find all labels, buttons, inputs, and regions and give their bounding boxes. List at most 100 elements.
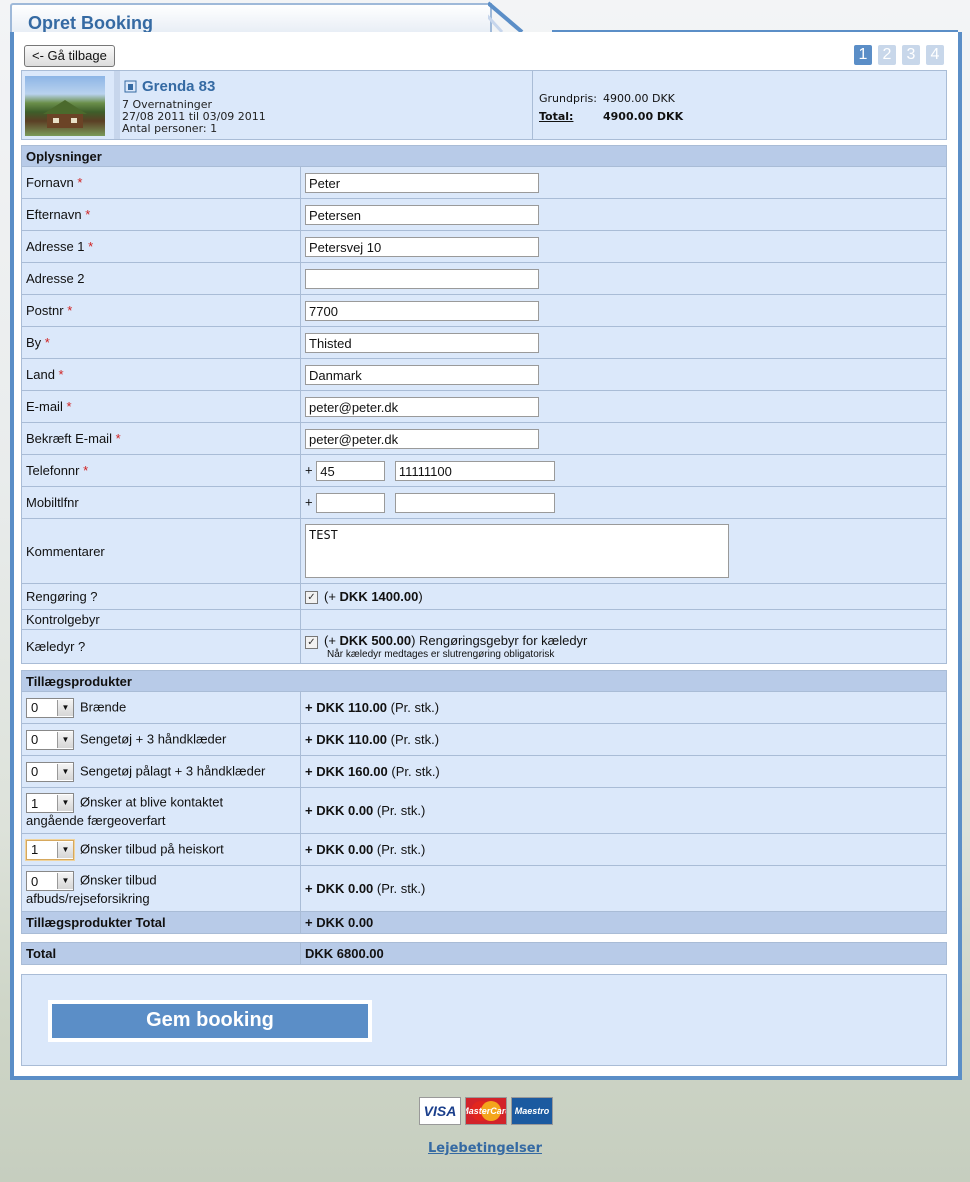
page-title: Opret Booking <box>28 13 153 33</box>
step-1[interactable]: 1 <box>854 45 872 65</box>
extra-name: Ønsker tilbud <box>80 872 157 888</box>
extra-price: + DKK 160.00 <box>305 764 388 779</box>
last-name-input[interactable]: Petersen <box>305 204 539 225</box>
info-heading: Oplysninger <box>21 145 947 167</box>
extra-name-line2: afbuds/rejseforsikring <box>26 891 150 906</box>
total-price-label: Total: <box>539 110 574 123</box>
terms-link[interactable]: Lejebetingelser <box>0 1141 970 1156</box>
extra-name: Sengetøj pålagt + 3 håndklæder <box>80 762 266 778</box>
extra-name-line2: angående færgeoverfart <box>26 813 166 828</box>
address2-input[interactable] <box>305 268 539 289</box>
email-confirm-label: Bekræft E-mail * <box>21 422 301 455</box>
step-4[interactable]: 4 <box>926 45 944 65</box>
mobile-code-input[interactable] <box>316 492 386 513</box>
grand-total-table: Total DKK 6800.00 <box>21 942 947 965</box>
pets-open: (+ <box>324 633 340 649</box>
visa-icon: VISA <box>419 1097 461 1125</box>
cleaning-label: Rengøring ? <box>21 583 301 610</box>
city-input[interactable]: Thisted <box>305 332 539 353</box>
pets-checkbox[interactable]: ✓ <box>305 635 318 649</box>
extra-row: 0 ▼ Brænde + DKK 110.00 (Pr. stk.) <box>21 691 947 724</box>
extra-price: + DKK 0.00 <box>305 842 374 857</box>
step-3[interactable]: 3 <box>902 45 920 65</box>
extra-unit: (Pr. stk.) <box>376 803 426 818</box>
cleaning-open: (+ <box>324 588 340 604</box>
first-name-label: Fornavn * <box>21 166 301 199</box>
address1-label: Adresse 1 * <box>21 230 301 263</box>
extra-row: 1 ▼ Ønsker tilbud på heiskort + DKK 0.00 (… <box>21 833 947 866</box>
extra-row: 0 ▼ Sengetøj pålagt + 3 håndklæder + DKK 1… <box>21 755 947 788</box>
city-label: By * <box>21 326 301 359</box>
back-button[interactable]: <- Gå tilbage <box>24 45 115 67</box>
extra-row: 1 ▼ Ønsker at blive kontaktet angående færg… <box>21 787 947 834</box>
stay-persons: Antal personer: 1 <box>122 122 218 135</box>
extra-qty-select[interactable]: 0 ▼ <box>26 871 74 891</box>
pets-note: Når kæledyr medtages er slutrengøring ob… <box>327 648 555 660</box>
email-input[interactable]: peter@peter.dk <box>305 396 539 417</box>
cleaning-checkbox[interactable]: ✓ <box>305 591 318 605</box>
extra-row: 0 ▼ Sengetøj + 3 håndklæder + DKK 110.00 (… <box>21 723 947 756</box>
step-2[interactable]: 2 <box>878 45 896 65</box>
mobile-prefix: + <box>305 493 313 509</box>
base-price-row: Grundpris: 4900.00 DKK <box>539 92 675 105</box>
comments-textarea[interactable]: TEST <box>305 524 729 578</box>
country-input[interactable]: Danmark <box>305 364 539 385</box>
extra-name: Brænde <box>80 698 127 714</box>
address2-label: Adresse 2 <box>21 262 301 295</box>
pets-label: Kæledyr ? <box>21 629 301 664</box>
extra-unit: (Pr. stk.) <box>390 700 440 715</box>
info-form: Oplysninger Fornavn * Peter Efternavn * … <box>21 145 947 664</box>
extra-price: + DKK 110.00 <box>305 732 388 747</box>
grand-total-value: DKK 6800.00 <box>300 942 947 965</box>
extra-row: 0 ▼ Ønsker tilbud afbuds/rejseforsikring + … <box>21 865 947 912</box>
extra-unit: (Pr. stk.) <box>376 842 426 857</box>
phone-code-input[interactable]: 45 <box>316 460 386 481</box>
property-name[interactable]: Grenda 83 <box>142 78 215 95</box>
extra-price: + DKK 110.00 <box>305 700 388 715</box>
property-photo[interactable] <box>25 76 105 136</box>
base-price-value: 4900.00 DKK <box>603 92 675 105</box>
grand-total-label: Total <box>21 942 301 965</box>
cleaning-price: DKK 1400.00 <box>339 588 419 604</box>
control-fee-value <box>300 609 947 630</box>
extra-qty-select[interactable]: 0 ▼ <box>26 761 74 782</box>
extra-qty-select[interactable]: 1 ▼ <box>26 839 74 860</box>
phone-label: Telefonnr * <box>21 454 301 487</box>
cabin-illustration <box>43 100 87 128</box>
zip-input[interactable]: 7700 <box>305 300 539 321</box>
step-indicator: 1 2 3 4 <box>854 45 944 65</box>
extra-name: Ønsker tilbud på heiskort <box>80 840 224 856</box>
extra-unit: (Pr. stk.) <box>390 732 440 747</box>
save-panel: Gem booking <box>21 974 947 1066</box>
extra-qty-select[interactable]: 1 ▼ <box>26 793 74 813</box>
mastercard-icon: MasterCard <box>465 1097 507 1125</box>
phone-number-input[interactable]: 11111100 <box>394 460 555 481</box>
address1-input[interactable]: Petersvej 10 <box>305 236 539 257</box>
photo-separator <box>114 71 120 139</box>
mobile-label: Mobiltlfnr <box>21 486 301 519</box>
country-label: Land * <box>21 358 301 391</box>
save-booking-button[interactable]: Gem booking <box>48 1000 372 1042</box>
email-confirm-input[interactable]: peter@peter.dk <box>305 428 539 449</box>
extras-total-value: + DKK 0.00 <box>300 911 947 934</box>
extras-total-label: Tillægsprodukter Total <box>21 911 301 934</box>
pets-price: DKK 500.00 <box>339 633 412 649</box>
extra-price: + DKK 0.00 <box>305 881 374 896</box>
stay-details: 7 Overnatninger 27/08 2011 til 03/09 201… <box>122 99 266 135</box>
total-price-row: Total: 4900.00 DKK <box>539 110 683 123</box>
extra-qty-select[interactable]: 0 ▼ <box>26 697 74 718</box>
mobile-number-input[interactable] <box>394 492 555 513</box>
first-name-input[interactable]: Peter <box>305 172 539 193</box>
extra-qty-select[interactable]: 0 ▼ <box>26 729 74 750</box>
property-info-icon[interactable] <box>124 80 137 97</box>
extra-price: + DKK 0.00 <box>305 803 374 818</box>
maestro-icon: Maestro <box>511 1097 553 1125</box>
zip-label: Postnr * <box>21 294 301 327</box>
cleaning-close: ) <box>418 588 423 604</box>
price-box: Grundpris: 4900.00 DKK Total: 4900.00 DK… <box>532 71 947 139</box>
extra-unit: (Pr. stk.) <box>376 881 426 896</box>
email-label: E-mail * <box>21 390 301 423</box>
extra-name: Ønsker at blive kontaktet <box>80 794 224 810</box>
extras-table: Tillægsprodukter 0 ▼ Brænde + DKK 110.00 (… <box>21 670 947 934</box>
comments-label: Kommentarer <box>21 518 301 584</box>
